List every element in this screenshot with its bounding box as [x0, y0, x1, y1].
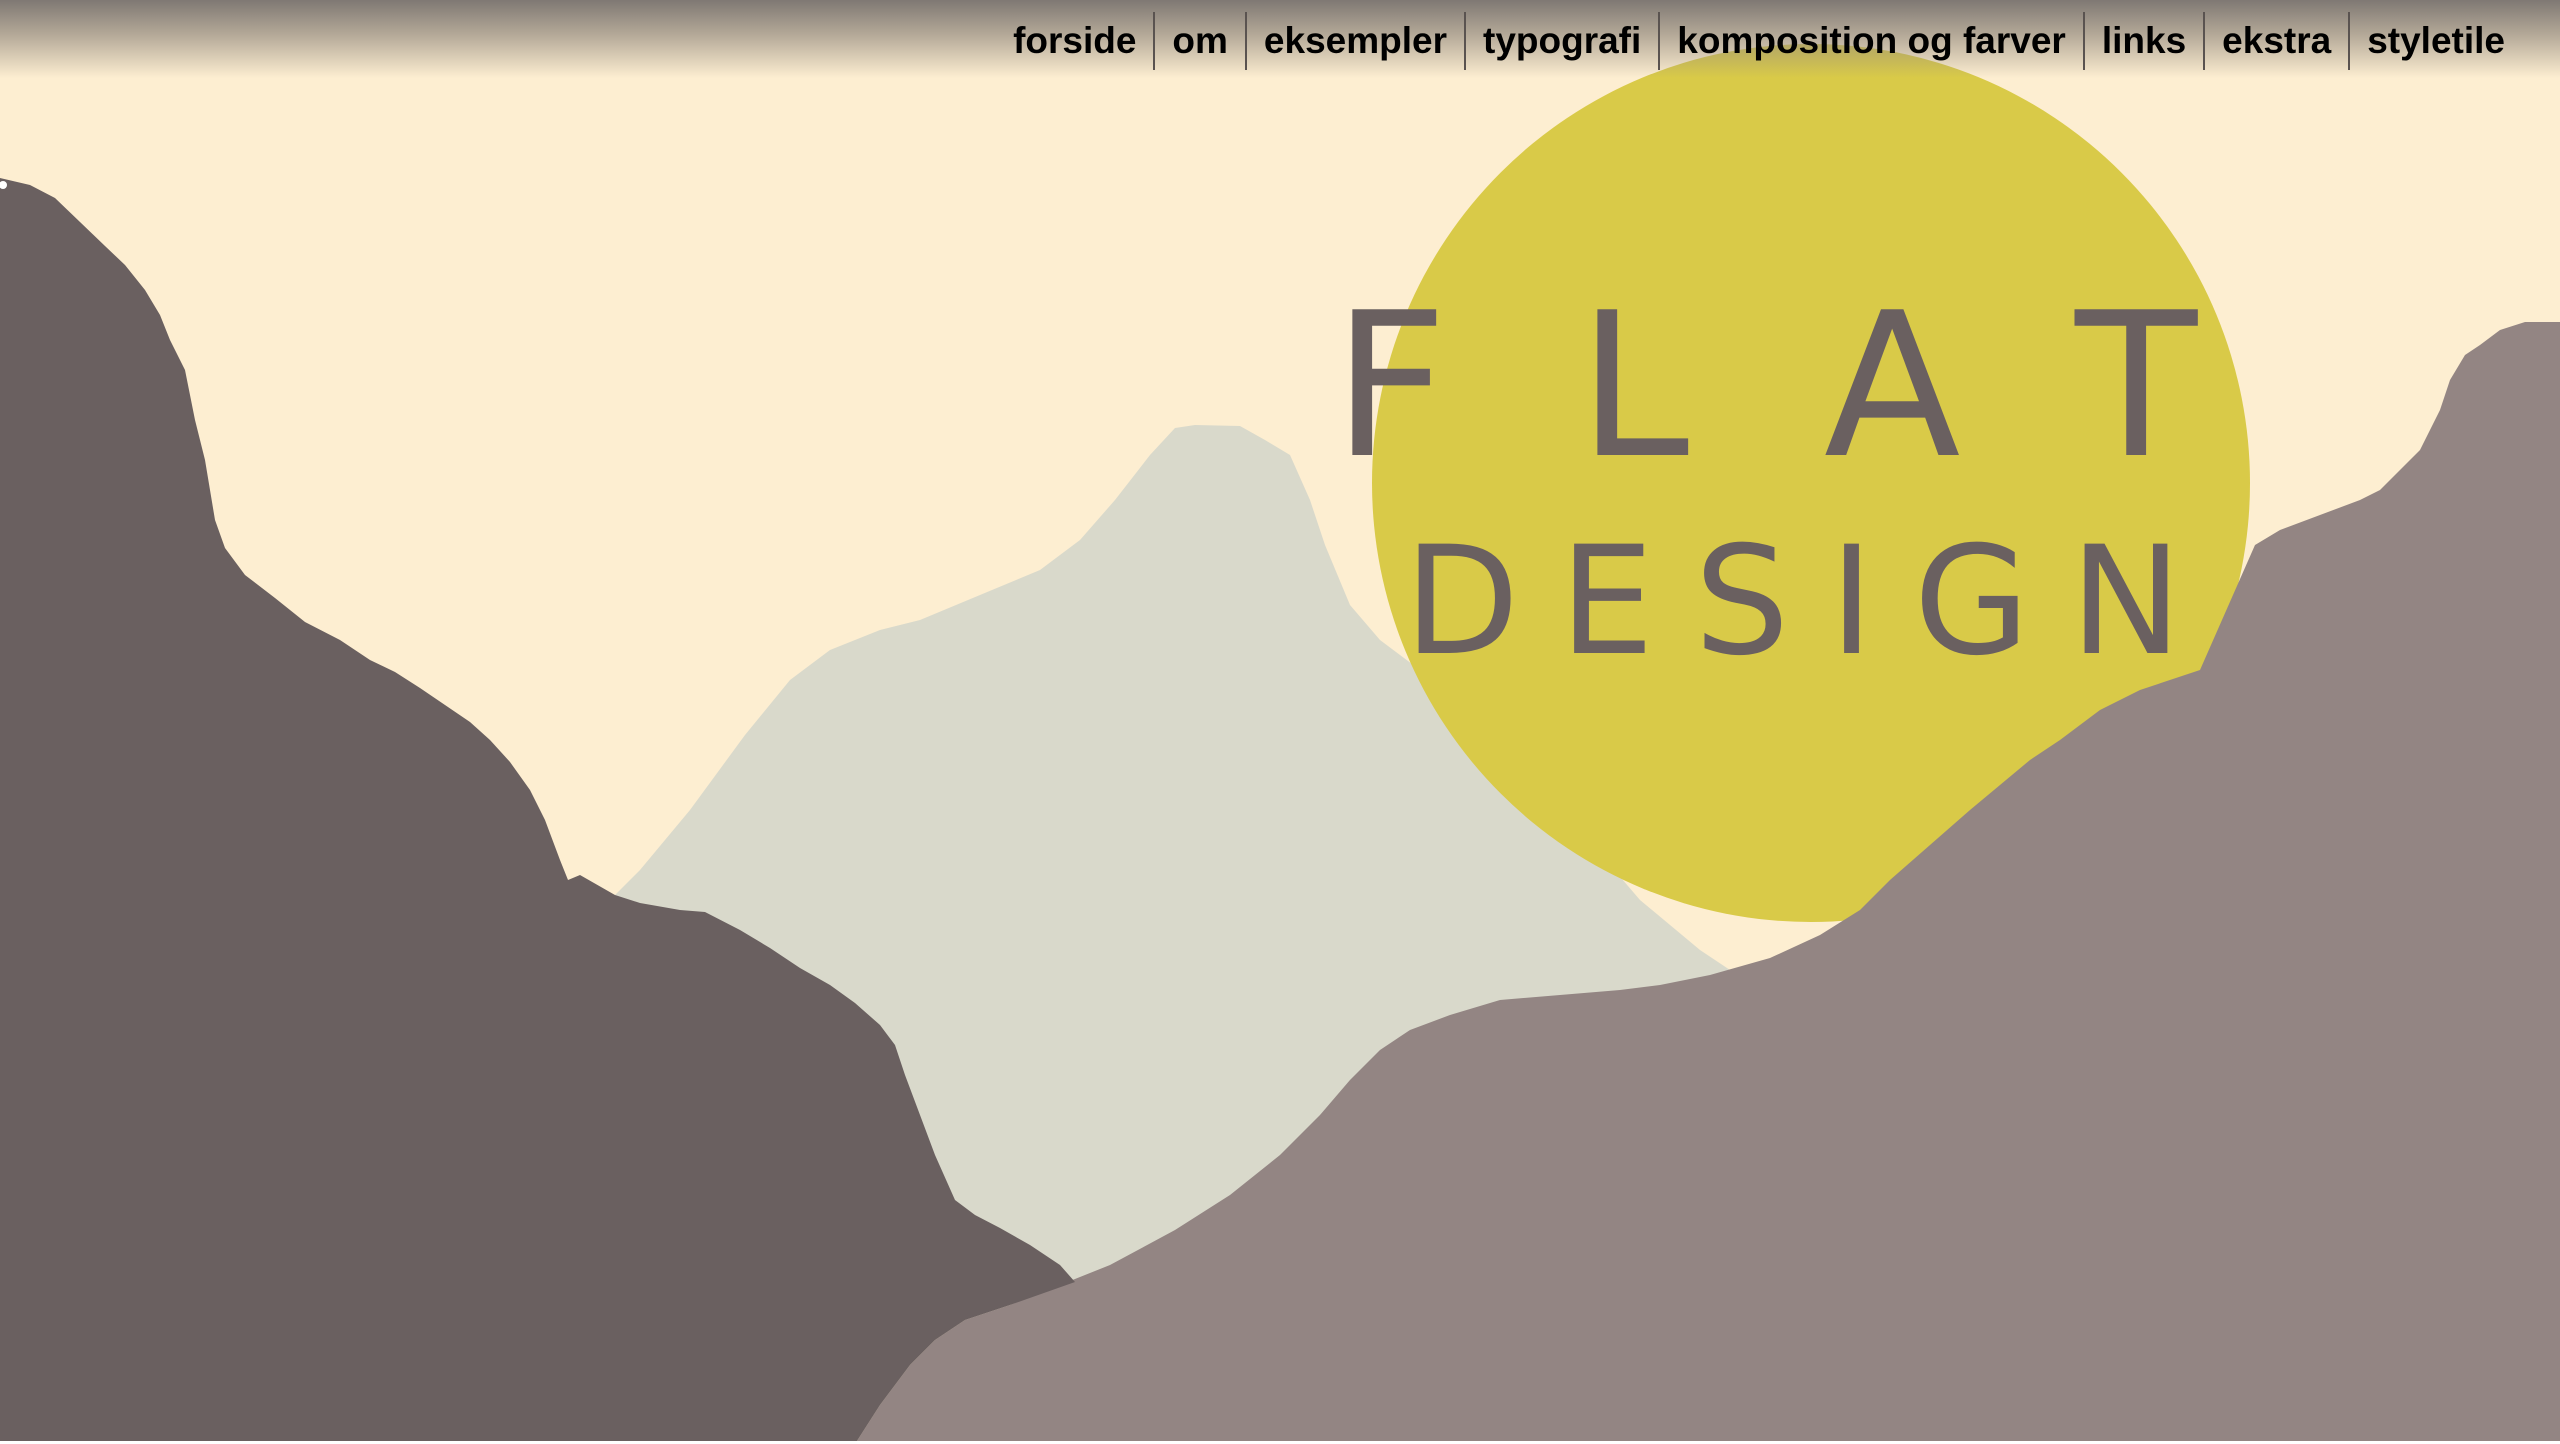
nav-item-links[interactable]: links — [2082, 12, 2203, 70]
nav-item-ekstra[interactable]: ekstra — [2203, 12, 2348, 70]
page-background: FLAT DESIGN forside om eksempler typogra… — [0, 0, 2560, 1444]
nav-item-komposition-og-farver[interactable]: komposition og farver — [1658, 12, 2083, 70]
flat-design-landscape: FLAT DESIGN — [0, 0, 2560, 1444]
main-nav: forside om eksempler typografi kompositi… — [996, 12, 2522, 70]
nav-item-forside[interactable]: forside — [996, 12, 1153, 70]
nav-item-typografi[interactable]: typografi — [1464, 12, 1658, 70]
nav-item-om[interactable]: om — [1153, 12, 1245, 70]
nav-item-styletile[interactable]: styletile — [2348, 12, 2522, 70]
hero-title-line1: FLAT — [1333, 270, 2328, 503]
nav-item-eksempler[interactable]: eksempler — [1244, 12, 1464, 70]
hero-title-line2: DESIGN — [1404, 515, 2222, 689]
